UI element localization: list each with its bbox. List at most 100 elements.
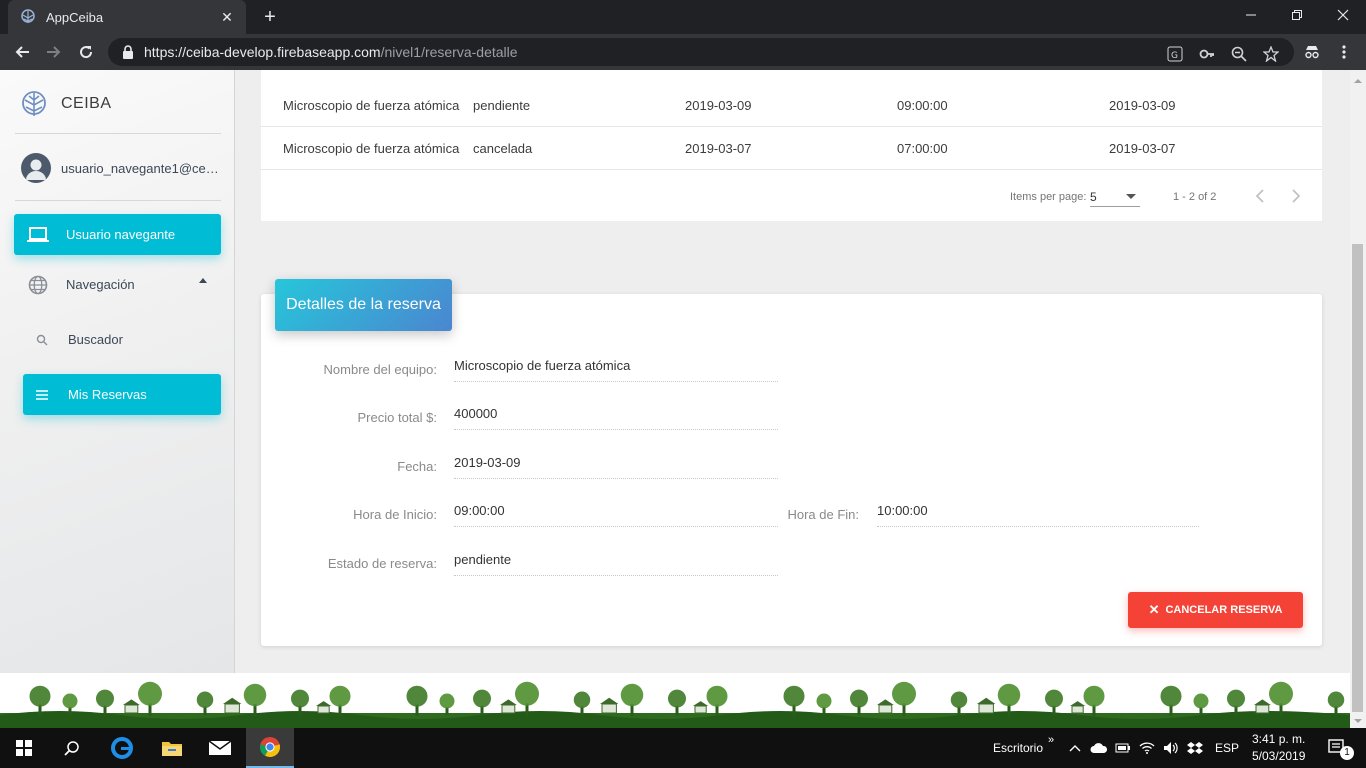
landscape-shape: [406, 685, 428, 707]
close-icon: ✕: [1148, 602, 1160, 617]
landscape-shape: [600, 697, 619, 704]
landscape-shape: [878, 704, 893, 714]
landscape-shape: [573, 691, 591, 709]
landscape-shape: [316, 701, 332, 706]
landscape-shape: [1045, 689, 1063, 708]
url-path: /nivel1/reserva-detalle: [380, 44, 518, 60]
brand[interactable]: CEIBA: [20, 90, 112, 118]
landscape-shape: [668, 689, 686, 708]
cell-fecha: 2019-03-07: [685, 141, 752, 156]
clock-date[interactable]: 5/03/2019: [1252, 749, 1305, 763]
table-row[interactable]: Microscopio de fuerza atómica cancelada …: [261, 127, 1322, 170]
items-per-page-label: Items per page:: [1010, 191, 1087, 203]
search-icon[interactable]: [48, 728, 96, 768]
page-size-select[interactable]: 5: [1090, 185, 1140, 207]
sidebar-item-label: Navegación: [66, 277, 135, 292]
forward-arrow-icon[interactable]: [42, 40, 66, 64]
landscape-shape: [500, 699, 517, 705]
hora-inicio-field[interactable]: 09:00:00: [454, 497, 778, 527]
incognito-extension-icon[interactable]: [1300, 40, 1324, 64]
landscape-shape: [1193, 693, 1209, 709]
tray-chevron-up-icon[interactable]: [1066, 728, 1084, 768]
wifi-icon[interactable]: [1136, 728, 1158, 768]
sidebar: CEIBA usuario_navegante1@ceiba.com.co Us…: [0, 70, 235, 673]
translate-icon[interactable]: G: [1166, 45, 1184, 63]
cell-fecha: 2019-03-09: [685, 98, 752, 113]
sidebar-item-navegacion[interactable]: Navegación: [14, 264, 221, 305]
globe-icon: [26, 275, 50, 295]
scrollbar-thumb[interactable]: [1352, 244, 1363, 712]
landscape-shape: [1327, 691, 1345, 709]
escritorio-toolbar[interactable]: Escritorio: [993, 741, 1043, 755]
clock-time[interactable]: 3:41 p. m.: [1252, 732, 1305, 746]
fecha-field[interactable]: 2019-03-09: [454, 449, 778, 479]
landscape-shape: [196, 691, 214, 709]
windows-start-icon[interactable]: [0, 728, 48, 768]
address-bar[interactable]: https://ceiba-develop.firebaseapp.com/ni…: [108, 38, 1294, 66]
action-center-icon[interactable]: 1: [1318, 728, 1358, 768]
edge-icon[interactable]: [98, 728, 146, 768]
table-row[interactable]: Microscopio de fuerza atómica pendiente …: [261, 84, 1322, 127]
landscape-shape: [291, 689, 309, 708]
estado-field[interactable]: pendiente: [454, 546, 778, 576]
dropbox-icon[interactable]: [1184, 728, 1206, 768]
landscape-shape: [1255, 704, 1270, 714]
chevron-up-icon: [199, 278, 207, 283]
window-close-icon[interactable]: [1320, 0, 1366, 30]
back-arrow-icon[interactable]: [10, 40, 34, 64]
new-tab-button[interactable]: +: [258, 5, 282, 29]
laptop-icon: [26, 226, 50, 243]
battery-icon[interactable]: [1112, 728, 1134, 768]
sidebar-item-usuario-navegante[interactable]: Usuario navegante: [14, 214, 221, 255]
file-explorer-icon[interactable]: [148, 728, 196, 768]
key-icon[interactable]: [1198, 45, 1216, 63]
chrome-icon[interactable]: [246, 728, 294, 768]
svg-text:G: G: [1171, 51, 1178, 61]
toolbar-expand-icon[interactable]: »: [1048, 734, 1054, 746]
reservations-table: Microscopio de fuerza atómica pendiente …: [261, 70, 1322, 221]
sidebar-divider: [15, 200, 221, 201]
minimize-icon[interactable]: [1228, 0, 1274, 30]
mail-icon[interactable]: [196, 728, 244, 768]
search-icon: [31, 334, 53, 346]
landscape-shape: [515, 681, 539, 706]
hora-fin-field[interactable]: 10:00:00: [877, 497, 1199, 527]
nombre-equipo-field[interactable]: Microscopio de fuerza atómica: [454, 352, 778, 382]
previous-page-button[interactable]: [1248, 184, 1272, 208]
avatar: [21, 153, 51, 183]
cell-equipo: Microscopio de fuerza atómica: [283, 141, 460, 156]
volume-icon[interactable]: [1160, 728, 1182, 768]
landscape-shape: [816, 693, 832, 709]
sidebar-item-mis-reservas[interactable]: Mis Reservas: [23, 374, 221, 415]
user-profile[interactable]: usuario_navegante1@ceiba.com.co: [21, 152, 221, 184]
scroll-down-arrow-icon[interactable]: [1352, 714, 1364, 726]
list-icon: [31, 389, 53, 400]
reload-icon[interactable]: [74, 40, 98, 64]
brand-name: CEIBA: [61, 95, 112, 112]
language-indicator[interactable]: ESP: [1215, 741, 1239, 755]
precio-label: Precio total $:: [357, 410, 438, 425]
landscape-shape: [706, 685, 728, 707]
cancel-reservation-button[interactable]: ✕ CANCELAR RESERVA: [1128, 592, 1303, 628]
landscape-shape: [783, 685, 805, 707]
next-page-button[interactable]: [1284, 184, 1308, 208]
landscape-shape: [96, 689, 114, 708]
detail-card-header: Detalles de la reserva: [275, 279, 452, 331]
page-range: 1 - 2 of 2: [1173, 191, 1217, 203]
precio-field[interactable]: 400000: [454, 400, 778, 430]
menu-dots-icon[interactable]: [1332, 40, 1356, 64]
browser-tab[interactable]: AppCeiba ✕: [8, 0, 246, 34]
user-email: usuario_navegante1@ceiba.com.co: [61, 160, 219, 176]
onedrive-cloud-icon[interactable]: [1088, 728, 1110, 768]
landscape-shape: [473, 689, 491, 708]
zoom-icon[interactable]: [1230, 45, 1248, 63]
landscape-shape: [1070, 701, 1086, 706]
landscape-shape: [1071, 705, 1084, 714]
bookmark-star-icon[interactable]: [1262, 45, 1280, 63]
scroll-up-arrow-icon[interactable]: [1352, 74, 1364, 86]
landscape-shape: [1083, 685, 1105, 707]
sidebar-item-buscador[interactable]: Buscador: [23, 319, 221, 360]
restore-icon[interactable]: [1274, 0, 1320, 30]
dropdown-arrow-icon: [1126, 194, 1136, 199]
tab-close-icon[interactable]: ✕: [218, 9, 236, 26]
